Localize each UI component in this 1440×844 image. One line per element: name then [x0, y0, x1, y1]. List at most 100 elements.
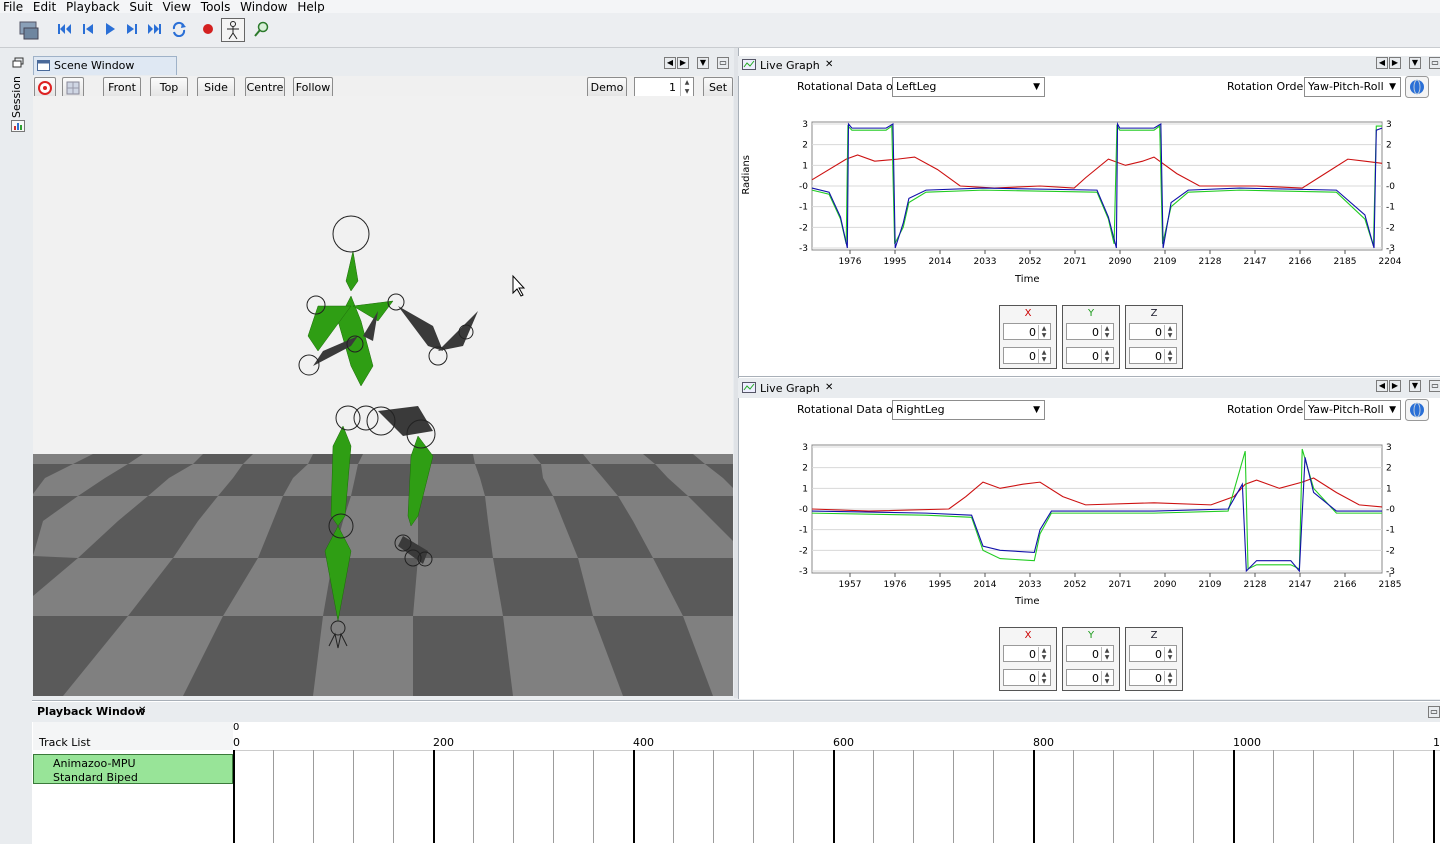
- scroll-left-icon[interactable]: ◀: [664, 57, 676, 69]
- rotation-order-select[interactable]: Yaw-Pitch-Roll ▼: [1304, 400, 1401, 420]
- z-values-box: Z 0 ▲ ▼ 0 ▲ ▼: [1125, 305, 1183, 369]
- minimize-icon[interactable]: ▭: [1429, 380, 1440, 392]
- menu-help[interactable]: Help: [294, 1, 327, 13]
- timeline-gridline: [633, 750, 635, 843]
- scene-viewport[interactable]: [33, 96, 733, 696]
- scroll-right-icon[interactable]: ▶: [1389, 57, 1401, 69]
- y-scale-value: 0: [1092, 672, 1099, 685]
- ruler-label-0: 0: [233, 736, 240, 749]
- live-graph-2-header: [738, 378, 1440, 398]
- timeline-gridline: [793, 750, 794, 843]
- menu-tools[interactable]: Tools: [198, 1, 234, 13]
- device-icon[interactable]: [18, 19, 40, 41]
- side-strip: Session: [0, 48, 32, 843]
- y-tick-label: 2: [802, 141, 808, 151]
- playback-title[interactable]: Playback Window: [37, 705, 145, 718]
- x-tick-label: 2128: [1199, 257, 1222, 267]
- chart-icon[interactable]: [11, 120, 25, 132]
- rotation-order-select[interactable]: Yaw-Pitch-Roll ▼: [1304, 77, 1401, 97]
- spinner-arrows-icon[interactable]: ▲ ▼: [680, 78, 693, 96]
- x-scale-spinner[interactable]: 0 ▲ ▼: [1003, 669, 1051, 686]
- segment-select[interactable]: LeftLeg ▼: [892, 77, 1045, 97]
- skeleton-toggle-button[interactable]: [221, 18, 245, 42]
- scene-3d-render: [33, 96, 733, 696]
- skip-last-icon[interactable]: [147, 21, 163, 37]
- y-tick-label-right: -2: [1386, 223, 1395, 233]
- track-type: Standard Biped: [53, 771, 138, 784]
- y-tick-label: 3: [802, 120, 808, 130]
- menu-window[interactable]: Window: [237, 1, 290, 13]
- x-offset-spinner[interactable]: 0 ▲ ▼: [1003, 323, 1051, 340]
- z-offset-value: 0: [1155, 648, 1162, 661]
- x-scale-value: 0: [1029, 672, 1036, 685]
- x-offset-value: 0: [1029, 648, 1036, 661]
- y-values-box: Y 0 ▲ ▼ 0 ▲ ▼: [1062, 305, 1120, 369]
- timeline-gridline: [673, 750, 674, 843]
- globe-icon[interactable]: [1405, 399, 1429, 421]
- minimize-icon[interactable]: ▭: [1429, 57, 1440, 69]
- timeline-gridline: [1073, 750, 1074, 843]
- scroll-left-icon[interactable]: ◀: [1376, 380, 1388, 392]
- track-item[interactable]: Animazoo-MPU Standard Biped: [33, 754, 233, 784]
- close-tab-icon[interactable]: ✕: [138, 705, 146, 716]
- x-offset-spinner[interactable]: 0 ▲ ▼: [1003, 645, 1051, 662]
- timeline-gridline: [553, 750, 554, 843]
- play-icon[interactable]: [102, 21, 118, 37]
- timeline-gridline: [513, 750, 514, 843]
- scroll-right-icon[interactable]: ▶: [1389, 380, 1401, 392]
- menu-file[interactable]: File: [0, 1, 26, 13]
- x-scale-spinner[interactable]: 0 ▲ ▼: [1003, 347, 1051, 364]
- timeline-gridline: [1113, 750, 1114, 843]
- step-back-icon[interactable]: [80, 21, 96, 37]
- playback-header: [32, 702, 1440, 722]
- z-scale-spinner[interactable]: 0 ▲ ▼: [1129, 669, 1177, 686]
- y-scale-spinner[interactable]: 0 ▲ ▼: [1066, 669, 1114, 686]
- timeline-gridline: [273, 750, 274, 843]
- refresh-icon[interactable]: [171, 21, 187, 37]
- ruler-label-800: 800: [1033, 736, 1054, 749]
- scroll-right-icon[interactable]: ▶: [677, 57, 689, 69]
- z-header: Z: [1150, 630, 1158, 641]
- dropdown-icon[interactable]: ▼: [1409, 57, 1421, 69]
- skip-first-icon[interactable]: [56, 21, 72, 37]
- x-header: X: [1024, 630, 1032, 641]
- x-tick-label: 2090: [1154, 580, 1177, 590]
- z-offset-spinner[interactable]: 0 ▲ ▼: [1129, 323, 1177, 340]
- restore-icon[interactable]: [12, 57, 24, 68]
- spinner-arrows-icon: ▲ ▼: [1101, 671, 1112, 685]
- minimize-icon[interactable]: ▭: [717, 57, 729, 69]
- ruler-label-1000: 1000: [1233, 736, 1261, 749]
- menu-edit[interactable]: Edit: [30, 1, 59, 13]
- menu-bar: File Edit Playback Suit View Tools Windo…: [0, 0, 1440, 13]
- z-scale-spinner[interactable]: 0 ▲ ▼: [1129, 347, 1177, 364]
- y-offset-spinner[interactable]: 0 ▲ ▼: [1066, 645, 1114, 662]
- y-tick-label-right: -0: [1386, 505, 1395, 515]
- dropdown-icon[interactable]: ▼: [1409, 380, 1421, 392]
- search-zoom-icon[interactable]: [254, 21, 270, 37]
- record-icon[interactable]: [201, 21, 217, 37]
- dropdown-icon[interactable]: ▼: [697, 57, 709, 69]
- menu-suit[interactable]: Suit: [126, 1, 155, 13]
- x-tick-label: 2185: [1379, 580, 1402, 590]
- globe-icon[interactable]: [1405, 76, 1429, 98]
- x-tick-label: 2014: [929, 257, 952, 267]
- scroll-left-icon[interactable]: ◀: [1376, 57, 1388, 69]
- chevron-down-icon: ▼: [1389, 82, 1396, 92]
- y-offset-spinner[interactable]: 0 ▲ ▼: [1066, 323, 1114, 340]
- session-label[interactable]: Session: [10, 76, 24, 118]
- ruler-label-600: 600: [833, 736, 854, 749]
- z-offset-spinner[interactable]: 0 ▲ ▼: [1129, 645, 1177, 662]
- menu-playback[interactable]: Playback: [63, 1, 123, 13]
- minimize-icon[interactable]: ▭: [1428, 706, 1440, 718]
- segment-select[interactable]: RightLeg ▼: [892, 400, 1045, 420]
- tab-scene-window[interactable]: Scene Window: [33, 56, 177, 75]
- menu-view[interactable]: View: [159, 1, 193, 13]
- z-header: Z: [1150, 308, 1158, 319]
- close-tab-icon[interactable]: ✕: [825, 382, 833, 393]
- close-tab-icon[interactable]: ✕: [825, 59, 833, 70]
- x-values-box: X 0 ▲ ▼ 0 ▲ ▼: [999, 627, 1057, 691]
- y-scale-value: 0: [1092, 350, 1099, 363]
- step-forward-icon[interactable]: [124, 21, 140, 37]
- y-scale-spinner[interactable]: 0 ▲ ▼: [1066, 347, 1114, 364]
- window-icon: [37, 60, 50, 71]
